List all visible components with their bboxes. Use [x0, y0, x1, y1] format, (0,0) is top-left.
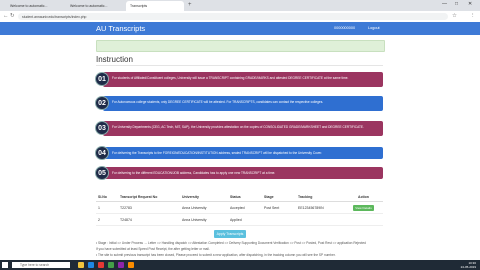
column-header: Stage [262, 192, 296, 202]
app-icon[interactable] [118, 262, 124, 268]
column-header: Action [344, 192, 383, 202]
table-cell: Anna University [180, 213, 228, 226]
maximize-button[interactable]: □ [455, 1, 458, 7]
apply-transcripts-button[interactable]: Apply Transcripts [214, 230, 246, 238]
table-row: 1 T22783 Anna University Accepted Post S… [96, 201, 383, 214]
table-cell: Anna University [180, 201, 228, 214]
instruction-title: Instruction [96, 55, 133, 64]
column-header: Transcript Request No [118, 192, 180, 202]
system-clock[interactable]: 10:30 24-05-2019 [461, 261, 476, 269]
table-cell: Accepted [228, 201, 262, 214]
instruction-text: For delivering to the different EDUCATIO… [103, 167, 383, 179]
stage-note: • Stage : Initial => Under Process → Let… [96, 241, 366, 245]
table-cell: Post Sent [262, 201, 296, 214]
taskbar-search-input[interactable]: Type here to search [12, 262, 70, 268]
table-cell: T22783 [118, 201, 180, 214]
table-cell: Applied [228, 213, 262, 226]
table-cell: T24874 [118, 213, 180, 226]
instruction-text: For University Departments (CEG, AC Tech… [103, 121, 383, 136]
logout-link[interactable]: Logout [368, 26, 380, 30]
view-details-button[interactable]: View Details [353, 204, 374, 211]
browser-tab-active[interactable]: Transcripts [126, 1, 184, 11]
browser-tabstrip: Welcome to automatic... Welcome to autom… [0, 0, 480, 11]
instruction-number: 05 [95, 166, 109, 180]
reload-icon[interactable]: ↻ [10, 13, 15, 19]
table-cell [344, 213, 383, 226]
table-cell: EE123456789IN [296, 201, 344, 214]
close-window-button[interactable]: ✕ [468, 1, 472, 7]
browser-tab[interactable]: Welcome to automatic... [6, 1, 64, 11]
minimize-button[interactable]: — [442, 1, 447, 7]
instruction-number: 04 [95, 146, 109, 160]
instruction-text: For Autonomous college students, only DE… [103, 96, 383, 111]
column-header: Sl.No [96, 192, 118, 202]
bookmark-star-icon[interactable]: ☆ [452, 13, 457, 19]
table-cell [262, 213, 296, 226]
windows-start-icon[interactable] [2, 262, 8, 268]
table-cell: 1 [96, 201, 118, 214]
new-tab-button[interactable]: + [188, 2, 192, 8]
address-bar[interactable]: student.annauniv.edu/transcripts/index.p… [18, 13, 448, 20]
instruction-number: 01 [95, 72, 109, 86]
divider [96, 65, 383, 66]
table-cell [296, 213, 344, 226]
menu-icon[interactable]: ⋮ [470, 13, 476, 19]
column-header: Status [228, 192, 262, 202]
table-header-row: Sl.No Transcript Request No University S… [96, 192, 383, 202]
clock-date: 24-05-2019 [460, 265, 476, 269]
chrome-icon[interactable] [108, 262, 114, 268]
instruction-text: For students of Affiliated/Constituent c… [103, 72, 383, 87]
os-taskbar: Type here to search 10:30 24-05-2019 [0, 260, 480, 270]
brand-title[interactable]: AU Transcripts [96, 24, 145, 33]
instruction-number: 03 [95, 121, 109, 135]
speed-post-note: If you have submitted at least Speed Pos… [96, 247, 210, 251]
edge-browser-icon[interactable] [88, 262, 94, 268]
column-header: University [180, 192, 228, 202]
instruction-number: 02 [95, 96, 109, 110]
app-icon[interactable] [98, 262, 104, 268]
app-navbar: AU Transcripts 0000000000 Logout [0, 22, 480, 35]
instruction-text: For delivering the Transcripts to the FO… [103, 147, 383, 159]
alert-banner [96, 40, 385, 52]
user-id[interactable]: 0000000000 [334, 26, 355, 30]
column-header: Tracking [296, 192, 344, 202]
browser-tab[interactable]: Welcome to automatic... [66, 1, 124, 11]
table-cell: View Details [344, 201, 383, 214]
table-row: 2 T24874 Anna University Applied [96, 213, 383, 226]
transcript-table: Sl.No Transcript Request No University S… [96, 192, 383, 226]
closure-note: • The site to submit previous transcript… [96, 253, 336, 257]
back-icon[interactable]: ← [3, 13, 9, 19]
file-explorer-icon[interactable] [78, 262, 84, 268]
table-cell: 2 [96, 213, 118, 226]
app-icon[interactable] [128, 262, 134, 268]
